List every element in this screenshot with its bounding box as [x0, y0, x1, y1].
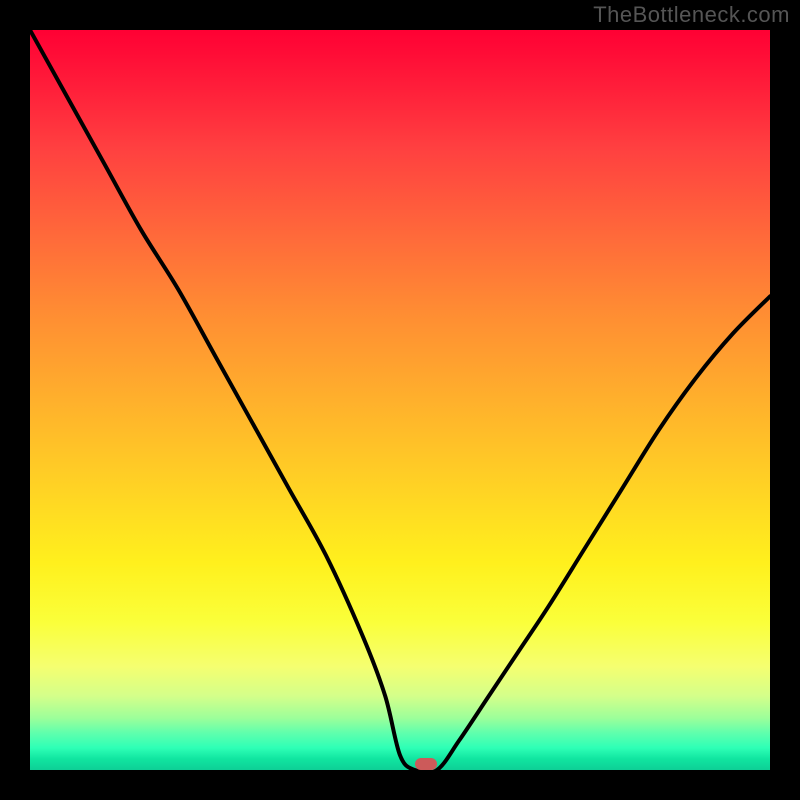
- plot-area: [30, 30, 770, 770]
- bottleneck-curve: [30, 30, 770, 770]
- chart-frame: TheBottleneck.com: [0, 0, 800, 800]
- bottleneck-marker: [415, 758, 437, 770]
- watermark-text: TheBottleneck.com: [593, 2, 790, 28]
